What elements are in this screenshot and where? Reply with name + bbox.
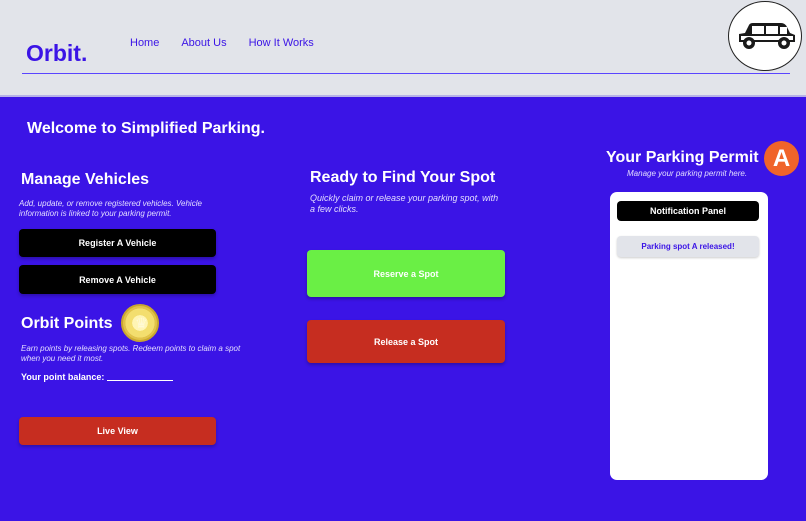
top-header: Orbit. Home About Us How It Works — [0, 0, 806, 96]
orbit-points-title: Orbit Points — [21, 315, 113, 332]
car-icon — [739, 23, 795, 49]
orbit-points-description: Earn points by releasing spots. Redeem p… — [21, 344, 241, 363]
point-balance-label: Your point balance: — [21, 372, 105, 382]
coin-icon: ♛ — [121, 304, 159, 342]
find-spot-description: Quickly claim or release your parking sp… — [310, 193, 499, 214]
user-avatar[interactable]: A — [764, 141, 799, 176]
header-divider — [22, 73, 790, 74]
parking-permit-title: Your Parking Permit — [606, 149, 759, 166]
parking-permit-subtitle: Manage your parking permit here. — [627, 169, 748, 178]
main-nav: Home About Us How It Works — [130, 37, 336, 49]
live-view-button[interactable]: Live View — [19, 417, 216, 445]
welcome-heading: Welcome to Simplified Parking. — [27, 120, 265, 137]
notification-panel: Notification Panel Parking spot A releas… — [610, 192, 768, 480]
release-spot-button[interactable]: Release a Spot — [307, 320, 505, 363]
nav-how-it-works-link[interactable]: How It Works — [249, 37, 314, 49]
nav-about-link[interactable]: About Us — [181, 37, 226, 49]
brand-logo[interactable]: Orbit. — [26, 40, 87, 67]
profile-avatar[interactable] — [728, 1, 802, 71]
reserve-spot-button[interactable]: Reserve a Spot — [307, 250, 505, 297]
manage-vehicles-title: Manage Vehicles — [21, 171, 150, 188]
notification-panel-header[interactable]: Notification Panel — [617, 201, 759, 221]
manage-vehicles-description: Add, update, or remove registered vehicl… — [19, 199, 202, 218]
find-spot-title: Ready to Find Your Spot — [310, 169, 496, 186]
notification-item[interactable]: Parking spot A released! — [617, 236, 759, 257]
point-balance: Your point balance: — [21, 372, 174, 382]
nav-home-link[interactable]: Home — [130, 37, 159, 49]
register-vehicle-button[interactable]: Register A Vehicle — [19, 229, 216, 257]
header-bottom-border — [0, 95, 806, 97]
remove-vehicle-button[interactable]: Remove A Vehicle — [19, 265, 216, 294]
point-balance-value — [107, 380, 174, 381]
